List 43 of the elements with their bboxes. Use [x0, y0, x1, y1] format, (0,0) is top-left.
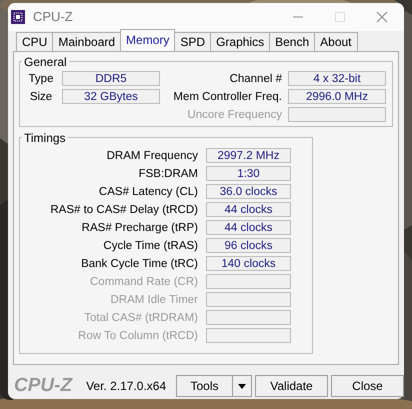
value-field: 96 clocks [206, 238, 291, 254]
field-label: RAS# to CAS# Delay (tRCD) [49, 204, 198, 216]
value-field: 2997.2 MHz [206, 148, 291, 164]
close-icon[interactable] [376, 10, 388, 23]
field-label: Channel # [228, 72, 282, 85]
field-label: CAS# Latency (CL) [98, 186, 198, 198]
field-label: DRAM Frequency [106, 150, 198, 162]
value-field: 44 clocks [206, 202, 291, 218]
value-field: 2996.0 MHz [288, 89, 386, 104]
field-label: FSB:DRAM [138, 168, 198, 180]
validate-button[interactable]: Validate [255, 375, 328, 398]
field-label: DRAM Idle Timer [109, 294, 198, 306]
group-title: General [23, 54, 68, 69]
field-label: Cycle Time (tRAS) [102, 240, 198, 252]
value-field: 1:30 [206, 166, 291, 182]
value-field: DDR5 [62, 71, 160, 86]
field-label: Type [28, 72, 54, 85]
value-field: 36.0 clocks [206, 184, 291, 200]
field-label: Row To Column (tRCD) [77, 330, 198, 342]
tab[interactable]: Memory [120, 28, 176, 51]
value-field: 4 x 32-bit [288, 71, 386, 86]
value-field: 32 GBytes [62, 89, 160, 104]
value-field: 140 clocks [206, 256, 291, 272]
tools-button[interactable]: Tools [176, 375, 233, 398]
version-text: Ver. 2.17.0.x64 [86, 379, 166, 394]
dropdown-button[interactable] [233, 375, 252, 398]
logo: CPU-Z [14, 375, 72, 398]
field-label: Uncore Frequency [186, 108, 282, 121]
value-field: 44 clocks [206, 220, 291, 236]
chip-icon [11, 10, 25, 24]
tab[interactable]: CPU [16, 32, 54, 51]
tab[interactable]: Graphics [210, 32, 270, 51]
caret-icon [238, 384, 246, 389]
close-button[interactable]: Close [331, 375, 404, 398]
field-label: Bank Cycle Time (tRC) [80, 258, 198, 270]
tab[interactable]: About [314, 32, 358, 51]
field-label: Command Rate (CR) [89, 276, 198, 288]
field-label: Mem Controller Freq. [172, 90, 282, 103]
field-label: Total CAS# (tRDRAM) [83, 312, 198, 324]
window-title: CPU-Z [33, 9, 73, 24]
field-label: RAS# Precharge (tRP) [80, 222, 198, 234]
group-title: Timings [23, 130, 67, 145]
field-label: Size [28, 90, 54, 103]
